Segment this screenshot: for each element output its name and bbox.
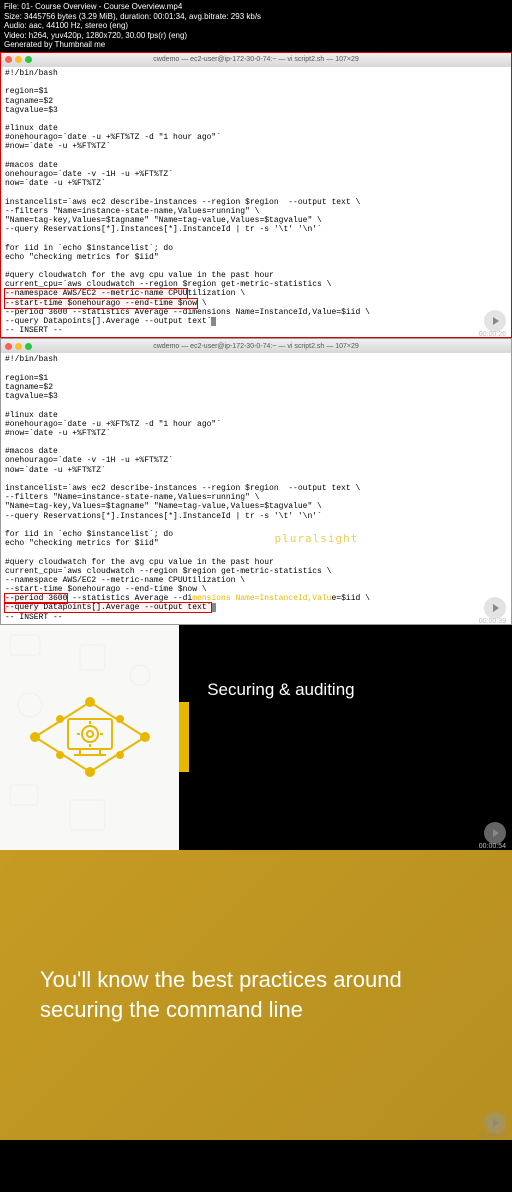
play-icon[interactable] bbox=[484, 1112, 506, 1134]
terminal-titlebar: cwdemo — ec2-user@ip-172-30-0-74:~ — vi … bbox=[1, 339, 511, 353]
timestamp: 00:00:39 bbox=[479, 618, 506, 625]
meta-generated: Generated by Thumbnail me bbox=[4, 40, 508, 50]
timestamp: 00:00:26 bbox=[479, 331, 506, 338]
timestamp: 00:01:07 bbox=[479, 1133, 506, 1140]
video-meta-header: File: 01- Course Overview - Course Overv… bbox=[0, 0, 512, 52]
highlighted-line-namespace: --namespace AWS/EC2 --metric-name CPUU bbox=[5, 289, 187, 298]
terminal-body[interactable]: #!/bin/bash region=$1 tagname=$2 tagvalu… bbox=[1, 67, 511, 337]
thumbnail-frame-2: cwdemo — ec2-user@ip-172-30-0-74:~ — vi … bbox=[0, 338, 512, 624]
close-icon[interactable] bbox=[5, 56, 12, 63]
thumbnail-frame-1: cwdemo — ec2-user@ip-172-30-0-74:~ — vi … bbox=[0, 52, 512, 338]
monitor-gear-icon bbox=[30, 687, 150, 787]
meta-video: Video: h264, yuv420p, 1280x720, 30.00 fp… bbox=[4, 31, 508, 41]
timestamp: 00:00:54 bbox=[479, 843, 506, 850]
meta-size: Size: 3445756 bytes (3.29 MiB), duration… bbox=[4, 12, 508, 22]
cursor-icon bbox=[211, 603, 216, 612]
meta-audio: Audio: aac, 44100 Hz, stereo (eng) bbox=[4, 21, 508, 31]
highlighted-line-query: --query Datapoints[].Average --output te… bbox=[5, 603, 211, 612]
terminal-title: cwdemo — ec2-user@ip-172-30-0-74:~ — vi … bbox=[153, 343, 359, 350]
zoom-icon[interactable] bbox=[25, 56, 32, 63]
terminal-title: cwdemo — ec2-user@ip-172-30-0-74:~ — vi … bbox=[153, 56, 359, 63]
highlighted-line-period: --period 3600 bbox=[5, 594, 67, 603]
slide-graphic-panel bbox=[0, 625, 179, 850]
terminal-body[interactable]: #!/bin/bash region=$1 tagname=$2 tagvalu… bbox=[1, 353, 511, 623]
slide-heading: Securing & auditing bbox=[207, 680, 354, 700]
cursor-icon bbox=[211, 317, 216, 326]
watermark: pluralsight bbox=[275, 532, 359, 545]
play-icon[interactable] bbox=[484, 822, 506, 844]
play-icon[interactable] bbox=[484, 597, 506, 619]
thumbnail-frame-4: You'll know the best practices around se… bbox=[0, 850, 512, 1140]
slide-heading: You'll know the best practices around se… bbox=[40, 965, 472, 1024]
minimize-icon[interactable] bbox=[15, 56, 22, 63]
highlighted-line-starttime: --start-time $onehourago --end-time $now bbox=[5, 299, 197, 308]
meta-file: File: 01- Course Overview - Course Overv… bbox=[4, 2, 508, 12]
zoom-icon[interactable] bbox=[25, 343, 32, 350]
close-icon[interactable] bbox=[5, 343, 12, 350]
minimize-icon[interactable] bbox=[15, 343, 22, 350]
thumbnail-frame-3: Securing & auditing 00:00:54 bbox=[0, 625, 512, 850]
terminal-titlebar: cwdemo — ec2-user@ip-172-30-0-74:~ — vi … bbox=[1, 53, 511, 67]
